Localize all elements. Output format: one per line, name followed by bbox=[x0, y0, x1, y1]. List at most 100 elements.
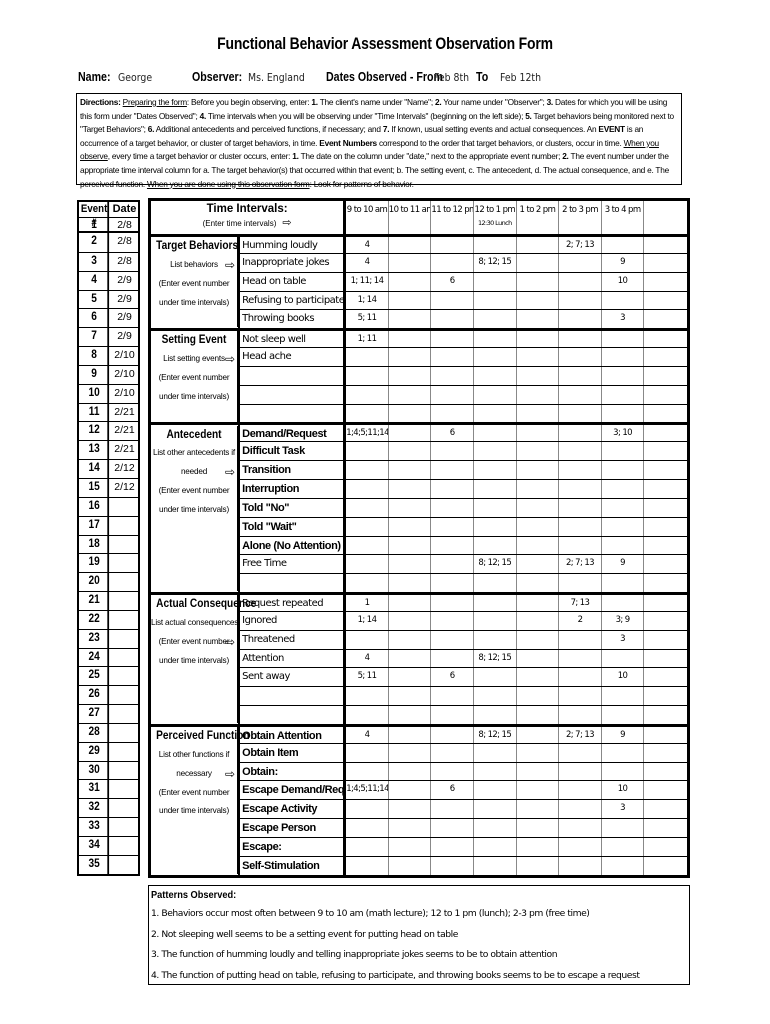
event-number-cell[interactable] bbox=[644, 425, 687, 441]
event-number-cell[interactable] bbox=[431, 366, 474, 385]
event-number-cell[interactable] bbox=[517, 272, 560, 291]
event-number-cell[interactable]: 8; 12; 15 bbox=[474, 555, 517, 574]
time-interval-header[interactable]: 11 to 12 pm bbox=[431, 201, 474, 234]
event-date-cell[interactable]: 2/8 bbox=[111, 253, 138, 271]
behavior-label[interactable]: Escape Activity bbox=[240, 800, 347, 819]
event-number-cell[interactable] bbox=[389, 253, 432, 272]
event-number-cell[interactable] bbox=[559, 253, 602, 272]
behavior-label[interactable]: Told "No" bbox=[240, 498, 347, 517]
event-number-cell[interactable] bbox=[431, 762, 474, 781]
event-number-cell[interactable] bbox=[431, 310, 474, 329]
event-date-cell[interactable]: 2/9 bbox=[111, 328, 138, 346]
event-number-cell[interactable] bbox=[517, 479, 560, 498]
event-number-cell[interactable] bbox=[389, 687, 432, 706]
pattern-line[interactable]: 3. The function of humming loudly and te… bbox=[151, 945, 687, 966]
event-number-cell[interactable] bbox=[346, 555, 389, 574]
event-number-cell[interactable] bbox=[346, 404, 389, 423]
event-number-cell[interactable] bbox=[389, 536, 432, 555]
event-number-cell[interactable] bbox=[389, 574, 432, 593]
event-number-cell[interactable]: 3 bbox=[602, 630, 645, 649]
event-number-cell[interactable]: 2; 7; 13 bbox=[559, 237, 602, 253]
event-number-cell[interactable] bbox=[644, 310, 687, 328]
event-date-cell[interactable] bbox=[111, 837, 138, 855]
pattern-line[interactable]: 1. Behaviors occur most often between 9 … bbox=[151, 904, 687, 925]
event-number-cell[interactable]: 6 bbox=[431, 425, 474, 442]
event-number-cell[interactable] bbox=[346, 385, 389, 404]
event-number-cell[interactable] bbox=[346, 687, 389, 706]
event-number-cell[interactable] bbox=[431, 498, 474, 517]
event-number-cell[interactable] bbox=[474, 442, 517, 461]
event-date-cell[interactable] bbox=[111, 724, 138, 742]
event-number-cell[interactable] bbox=[389, 668, 432, 687]
event-number-cell[interactable] bbox=[474, 595, 517, 611]
event-number-cell[interactable] bbox=[602, 536, 645, 555]
event-number-cell[interactable] bbox=[389, 762, 432, 781]
event-number-cell[interactable] bbox=[517, 668, 560, 687]
time-interval-header[interactable]: 3 to 4 pm bbox=[602, 201, 645, 234]
event-number-cell[interactable] bbox=[474, 856, 517, 875]
event-number-cell[interactable] bbox=[517, 819, 560, 837]
event-number-cell[interactable] bbox=[644, 331, 687, 347]
behavior-label[interactable]: Obtain Item bbox=[240, 743, 347, 762]
event-number-cell[interactable] bbox=[644, 631, 687, 649]
event-date-cell[interactable] bbox=[111, 667, 138, 685]
event-number-cell[interactable] bbox=[559, 498, 602, 517]
event-number-cell[interactable] bbox=[644, 237, 687, 253]
event-number-cell[interactable] bbox=[559, 536, 602, 555]
event-number-cell[interactable] bbox=[644, 857, 687, 875]
event-number-cell[interactable] bbox=[431, 348, 474, 366]
event-number-cell[interactable] bbox=[602, 762, 645, 781]
event-number-cell[interactable]: 1; 14 bbox=[346, 611, 389, 630]
event-number-cell[interactable]: 1; 11 bbox=[346, 331, 389, 348]
event-number-cell[interactable] bbox=[644, 706, 687, 724]
behavior-label[interactable] bbox=[240, 366, 347, 385]
event-number-cell[interactable]: 8; 12; 15 bbox=[474, 253, 517, 272]
event-number-cell[interactable] bbox=[559, 819, 602, 837]
event-number-cell[interactable] bbox=[602, 498, 645, 517]
event-number-cell[interactable] bbox=[389, 781, 432, 800]
behavior-label[interactable]: Self-Stimulation bbox=[240, 856, 347, 875]
event-number-cell[interactable] bbox=[644, 442, 687, 460]
date-to-value[interactable]: Feb 12th bbox=[500, 71, 541, 84]
event-number-cell[interactable] bbox=[517, 291, 560, 310]
event-number-cell[interactable]: 1; 14 bbox=[346, 291, 389, 310]
event-number-cell[interactable] bbox=[431, 743, 474, 762]
event-number-cell[interactable] bbox=[389, 856, 432, 875]
event-number-cell[interactable] bbox=[559, 517, 602, 536]
behavior-label[interactable]: Throwing books bbox=[240, 310, 347, 329]
event-number-cell[interactable] bbox=[474, 630, 517, 649]
event-number-cell[interactable] bbox=[602, 517, 645, 536]
event-number-cell[interactable] bbox=[644, 668, 687, 686]
behavior-label[interactable]: Ignored bbox=[240, 611, 347, 630]
event-number-cell[interactable] bbox=[602, 687, 645, 706]
event-number-cell[interactable]: 10 bbox=[602, 781, 645, 800]
event-date-cell[interactable]: 2/10 bbox=[111, 385, 138, 403]
event-number-cell[interactable] bbox=[644, 727, 687, 743]
event-number-cell[interactable] bbox=[602, 743, 645, 762]
behavior-label[interactable]: Inappropriate jokes bbox=[240, 253, 347, 272]
behavior-label[interactable]: Sent away bbox=[240, 668, 347, 687]
event-number-cell[interactable] bbox=[389, 442, 432, 461]
event-number-cell[interactable]: 7; 13 bbox=[559, 595, 602, 611]
event-number-cell[interactable] bbox=[644, 461, 687, 479]
behavior-label[interactable]: Difficult Task bbox=[240, 442, 347, 461]
event-number-cell[interactable] bbox=[517, 630, 560, 649]
event-number-cell[interactable] bbox=[644, 819, 687, 837]
event-date-cell[interactable] bbox=[111, 517, 138, 535]
event-number-cell[interactable]: 10 bbox=[602, 668, 645, 687]
behavior-label[interactable]: Head on table bbox=[240, 272, 347, 291]
event-number-cell[interactable] bbox=[474, 425, 517, 442]
event-number-cell[interactable] bbox=[559, 461, 602, 479]
event-number-cell[interactable] bbox=[559, 743, 602, 762]
event-number-cell[interactable]: 1 bbox=[346, 595, 389, 611]
event-number-cell[interactable] bbox=[602, 706, 645, 724]
event-number-cell[interactable] bbox=[602, 838, 645, 856]
event-number-cell[interactable] bbox=[644, 348, 687, 366]
event-number-cell[interactable] bbox=[389, 291, 432, 310]
event-number-cell[interactable] bbox=[431, 253, 474, 272]
event-number-cell[interactable] bbox=[517, 442, 560, 461]
event-number-cell[interactable] bbox=[517, 762, 560, 781]
event-number-cell[interactable] bbox=[346, 442, 389, 461]
behavior-label[interactable]: Escape Demand/Request bbox=[240, 781, 347, 800]
event-number-cell[interactable] bbox=[517, 856, 560, 875]
